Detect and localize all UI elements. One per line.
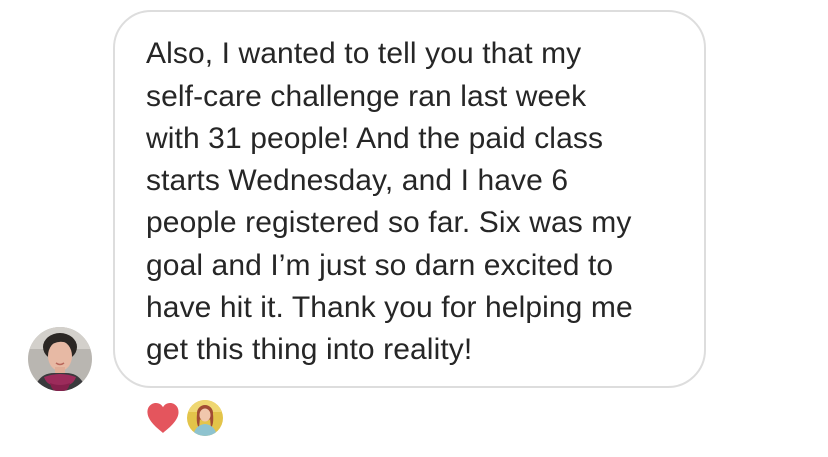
message-text-line: have hit it. Thank you for helping me bbox=[146, 291, 633, 324]
message-text-line: people registered so far. Six was my bbox=[146, 206, 632, 239]
reactor-avatar-image bbox=[187, 400, 223, 436]
reactor-avatar[interactable] bbox=[187, 400, 223, 436]
message-thread: Also, I wanted to tell you that my self-… bbox=[0, 0, 828, 457]
message-text-line: starts Wednesday, and I have 6 bbox=[146, 164, 569, 197]
message-text-line: get this thing into reality! bbox=[146, 333, 473, 366]
message-text-line: Also, I wanted to tell you that my bbox=[146, 37, 582, 70]
message-text-line: with 31 people! And the paid class bbox=[146, 122, 604, 155]
message-text-line: self-care challenge ran last week bbox=[146, 80, 587, 113]
message-text-line: goal and I’m just so darn excited to bbox=[146, 249, 614, 282]
heart-icon bbox=[147, 403, 179, 433]
sender-avatar[interactable] bbox=[28, 327, 92, 391]
sender-avatar-image bbox=[28, 327, 92, 391]
